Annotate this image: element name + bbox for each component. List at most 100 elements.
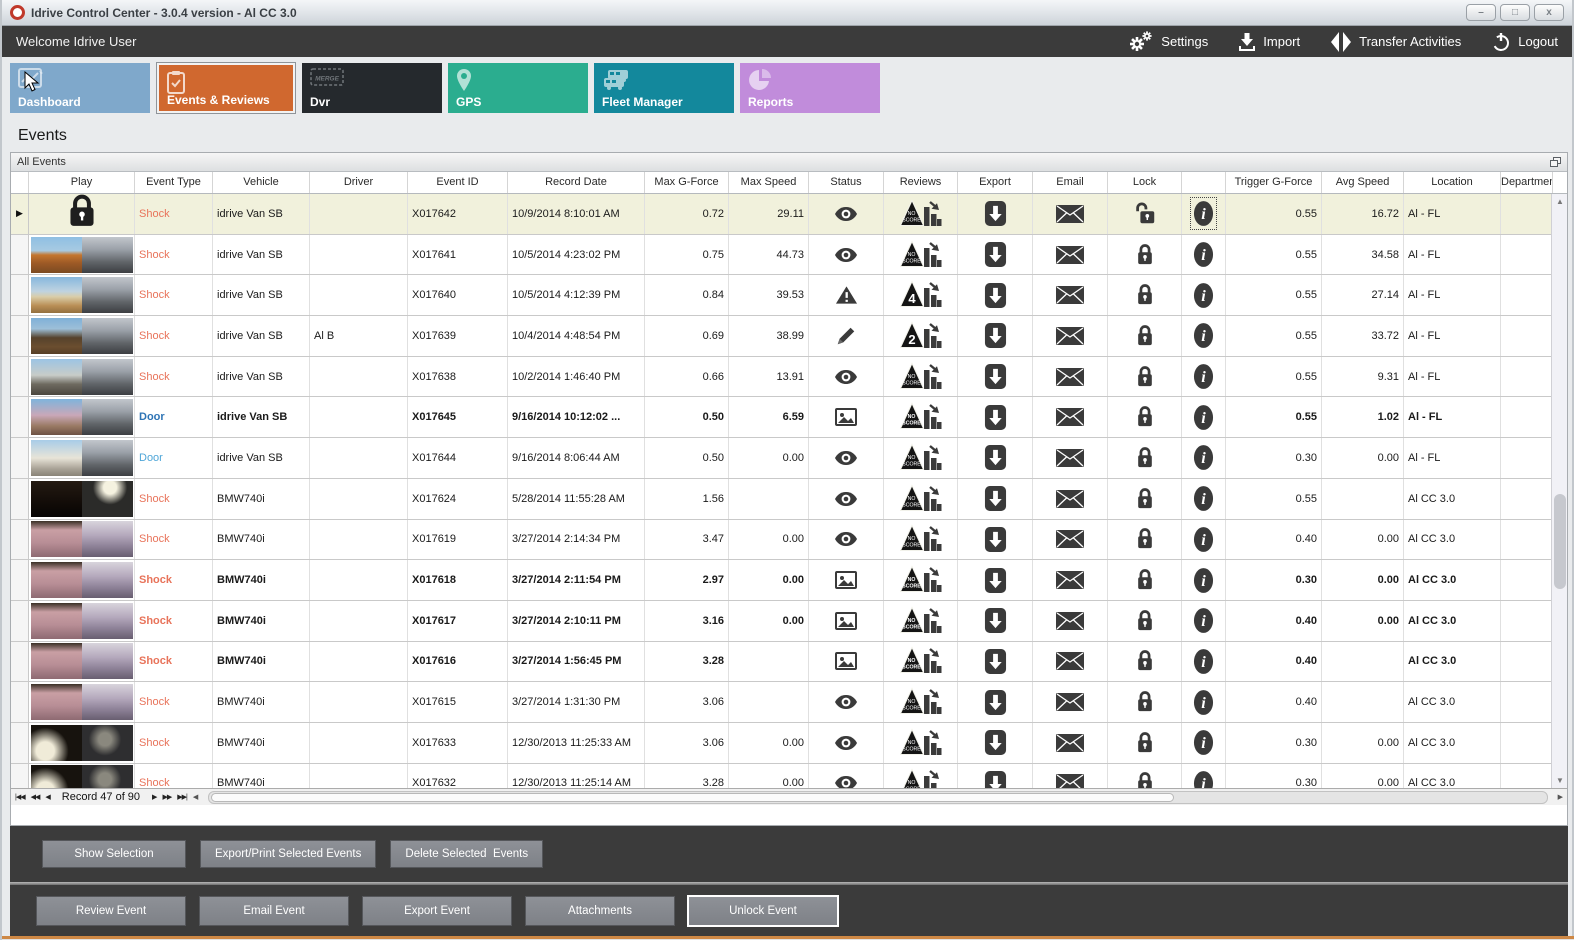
info-icon[interactable]: i <box>1193 282 1214 309</box>
vertical-scroll-thumb[interactable] <box>1554 494 1566 589</box>
email-icon[interactable] <box>1055 245 1085 265</box>
tile-reports[interactable]: Reports <box>740 62 880 113</box>
event-thumbnail[interactable] <box>30 439 133 476</box>
tile-dashboard[interactable]: Dashboard <box>10 62 150 113</box>
cell-export[interactable] <box>958 641 1033 682</box>
event-row-X017642[interactable]: ▶ Shock idrive Van SB X017642 10/9/2014 8:10… <box>11 194 1567 235</box>
prev-record-button[interactable]: ◀ <box>45 793 50 801</box>
cell-export[interactable] <box>958 560 1033 600</box>
export-icon[interactable] <box>984 689 1007 716</box>
cell-lock[interactable] <box>1108 600 1182 641</box>
info-icon[interactable]: i <box>1193 648 1214 675</box>
cell-export[interactable] <box>958 234 1033 275</box>
event-row-X017615[interactable]: Shock BMW740i X017615 3/27/2014 1:31:30 PM 3… <box>11 682 1567 723</box>
cell-email[interactable] <box>1033 519 1108 560</box>
cell-info[interactable]: i <box>1182 722 1226 763</box>
event-thumbnail[interactable] <box>30 399 133 436</box>
lock-icon[interactable] <box>1135 770 1155 788</box>
column-header-department[interactable]: Department <box>1501 172 1553 193</box>
cell-export[interactable] <box>958 478 1033 519</box>
export-event-button[interactable]: Export Event <box>362 895 512 926</box>
cell-info[interactable]: i <box>1182 275 1226 316</box>
event-row-X017639[interactable]: Shock idrive Van SB Al B X017639 10/4/2014 4… <box>11 316 1567 357</box>
email-icon[interactable] <box>1055 611 1085 631</box>
review-score-icon[interactable]: NOSCORE <box>899 483 942 514</box>
email-icon[interactable] <box>1055 407 1085 427</box>
play-thumbnail[interactable] <box>29 722 135 763</box>
lock-icon[interactable] <box>1135 404 1155 430</box>
cell-email[interactable] <box>1033 438 1108 478</box>
cell-email[interactable] <box>1033 356 1108 397</box>
export-icon[interactable] <box>984 567 1007 594</box>
cell-export[interactable] <box>958 722 1033 763</box>
play-thumbnail[interactable] <box>29 356 135 397</box>
lock-icon[interactable] <box>1135 323 1155 349</box>
tile-fleet-manager[interactable]: Fleet Manager <box>594 62 734 113</box>
cell-export[interactable] <box>958 356 1033 397</box>
cell-info[interactable]: i <box>1182 682 1226 722</box>
next-page-button[interactable]: ▶▶ <box>162 793 172 801</box>
cell-lock[interactable] <box>1108 356 1182 397</box>
event-thumbnail[interactable] <box>30 643 133 680</box>
lock-icon[interactable] <box>1135 242 1155 268</box>
cell-info[interactable]: i <box>1182 641 1226 682</box>
column-header-event_type[interactable]: Event Type <box>135 172 213 193</box>
info-icon[interactable]: i <box>1193 363 1214 390</box>
event-row-X017640[interactable]: Shock idrive Van SB X017640 10/5/2014 4:12:… <box>11 275 1567 317</box>
cell-email[interactable] <box>1033 763 1108 788</box>
column-header-email[interactable]: Email <box>1033 172 1108 193</box>
cell-export[interactable] <box>958 682 1033 722</box>
lock-icon[interactable] <box>1135 445 1155 471</box>
info-icon[interactable]: i <box>1193 607 1214 634</box>
review-score-icon[interactable]: 2 <box>899 321 942 351</box>
cell-lock[interactable] <box>1108 438 1182 478</box>
export-print-selected-events-button[interactable]: Export/Print Selected Events <box>200 840 377 868</box>
minimize-button[interactable]: – <box>1466 4 1496 21</box>
info-icon[interactable]: i <box>1193 526 1214 553</box>
unlock-icon[interactable] <box>1133 201 1157 227</box>
attachments-button[interactable]: Attachments <box>525 895 675 926</box>
lock-icon[interactable] <box>1135 648 1155 674</box>
column-header-avg_speed[interactable]: Avg Speed <box>1322 172 1404 193</box>
prev-page-button[interactable]: ◀◀ <box>31 793 41 801</box>
scroll-down-icon[interactable]: ▼ <box>1552 773 1567 788</box>
cell-info[interactable]: i <box>1182 600 1226 641</box>
cell-email[interactable] <box>1033 478 1108 519</box>
email-icon[interactable] <box>1055 733 1085 753</box>
cell-info[interactable]: i <box>1182 519 1226 560</box>
event-thumbnail[interactable] <box>30 358 133 395</box>
event-thumbnail[interactable] <box>30 684 133 721</box>
info-icon[interactable]: i <box>1193 241 1214 268</box>
cell-export[interactable] <box>958 194 1033 234</box>
event-row-X017632[interactable]: Shock BMW740i X017632 12/30/2013 11:25:14 A… <box>11 763 1567 788</box>
cell-export[interactable] <box>958 763 1033 788</box>
cell-info[interactable]: i <box>1182 763 1226 788</box>
column-header-lock[interactable]: Lock <box>1108 172 1182 193</box>
column-header-driver[interactable]: Driver <box>310 172 408 193</box>
horizontal-scroll-thumb[interactable] <box>211 792 1175 802</box>
event-thumbnail[interactable] <box>30 317 133 354</box>
cell-lock[interactable] <box>1108 275 1182 316</box>
horizontal-scrollbar[interactable] <box>208 790 1548 804</box>
cell-info[interactable]: i <box>1182 560 1226 600</box>
play-thumbnail[interactable] <box>29 519 135 560</box>
cell-reviews[interactable]: NOSCORE <box>884 234 958 275</box>
settings-button[interactable]: Settings <box>1128 30 1208 53</box>
cell-email[interactable] <box>1033 316 1108 356</box>
email-event-button[interactable]: Email Event <box>199 895 349 926</box>
event-thumbnail[interactable] <box>30 724 133 761</box>
event-row-X017624[interactable]: Shock BMW740i X017624 5/28/2014 11:55:28 AM… <box>11 478 1567 520</box>
email-icon[interactable] <box>1055 448 1085 468</box>
play-thumbnail[interactable] <box>29 397 135 438</box>
cell-export[interactable] <box>958 438 1033 478</box>
cell-reviews[interactable]: NOSCORE <box>884 763 958 788</box>
export-icon[interactable] <box>984 526 1007 553</box>
info-icon[interactable]: i <box>1193 567 1214 594</box>
cell-lock[interactable] <box>1108 478 1182 519</box>
maximize-button[interactable]: □ <box>1500 4 1530 21</box>
cell-lock[interactable] <box>1108 397 1182 438</box>
column-header-play[interactable]: Play <box>29 172 135 193</box>
cell-info[interactable]: i <box>1182 356 1226 397</box>
info-icon[interactable]: i <box>1193 404 1214 431</box>
cell-reviews[interactable]: NOSCORE <box>884 600 958 641</box>
